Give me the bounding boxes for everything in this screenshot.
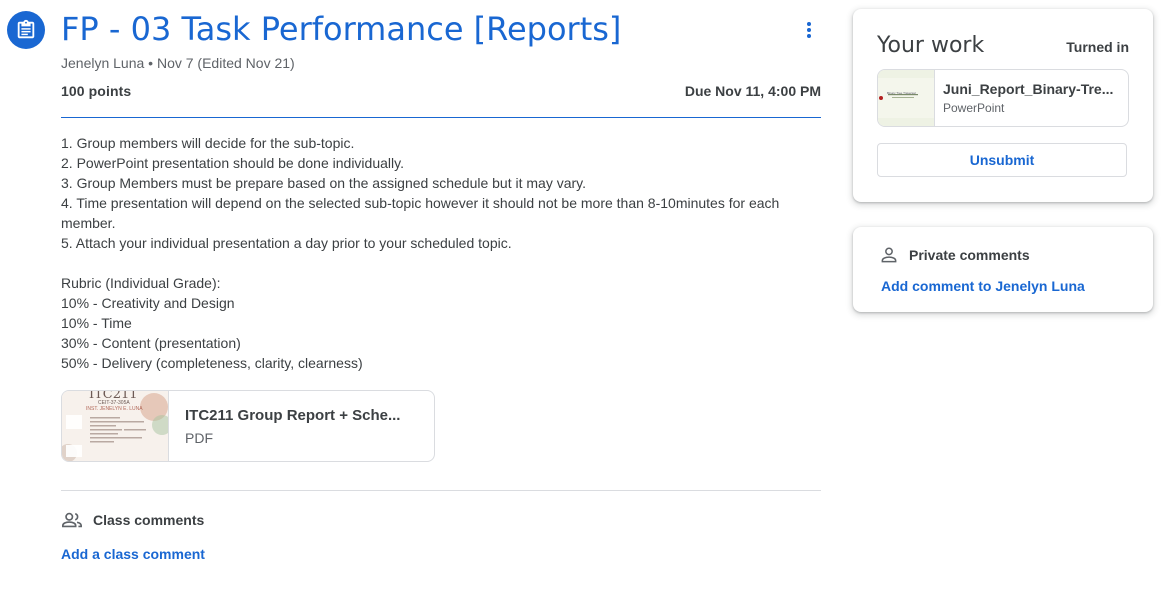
- assignment-meta: Jenelyn Luna • Nov 7 (Edited Nov 21): [61, 55, 295, 71]
- submitted-file-type: PowerPoint: [943, 101, 1005, 115]
- assignment-instructions: 1. Group members will decide for the sub…: [61, 135, 780, 371]
- more-vert-icon: [807, 22, 811, 38]
- submitted-thumb-text: Binary Tree Traversal: [887, 91, 916, 95]
- assignment-title: FP - 03 Task Performance [Reports]: [61, 10, 622, 48]
- assignment-points: 100 points: [61, 83, 132, 99]
- private-comments-card: Private comments Add comment to Jenelyn …: [853, 227, 1153, 312]
- your-work-title: Your work: [877, 33, 985, 58]
- people-icon: [62, 512, 82, 528]
- add-private-comment-link[interactable]: Add comment to Jenelyn Luna: [881, 278, 1085, 294]
- class-comments-header: Class comments: [61, 509, 204, 531]
- attachment-card[interactable]: ITC211 CEIT-37-305A INST. JENELYN E. LUN…: [61, 390, 435, 462]
- unsubmit-button[interactable]: Unsubmit: [877, 143, 1127, 177]
- add-class-comment-link[interactable]: Add a class comment: [61, 546, 205, 562]
- person-icon: [881, 247, 897, 263]
- more-options-button[interactable]: [796, 16, 822, 44]
- attachment-thumb-sub2: INST. JENELYN E. LUNA: [86, 406, 143, 412]
- private-comments-header: Private comments: [879, 245, 1030, 265]
- private-comments-label: Private comments: [909, 247, 1030, 263]
- attachment-name: ITC211 Group Report + Sche...: [185, 407, 401, 424]
- header-divider: [61, 117, 821, 118]
- assignment-due-date: Due Nov 11, 4:00 PM: [684, 83, 821, 99]
- class-comments-label: Class comments: [93, 512, 205, 528]
- attachment-thumbnail: ITC211 CEIT-37-305A INST. JENELYN E. LUN…: [62, 391, 169, 461]
- submitted-file-name: Juni_Report_Binary-Tre...: [943, 81, 1114, 97]
- submitted-file[interactable]: Binary Tree Traversal Juni_Report_Binary…: [877, 69, 1129, 127]
- assignment-icon: [7, 11, 45, 49]
- attachment-type: PDF: [185, 430, 213, 446]
- submission-status: Turned in: [1066, 39, 1129, 55]
- submitted-file-thumbnail: Binary Tree Traversal: [878, 70, 935, 126]
- your-work-card: Your work Turned in Binary Tree Traversa…: [853, 9, 1153, 202]
- comments-divider: [61, 490, 821, 491]
